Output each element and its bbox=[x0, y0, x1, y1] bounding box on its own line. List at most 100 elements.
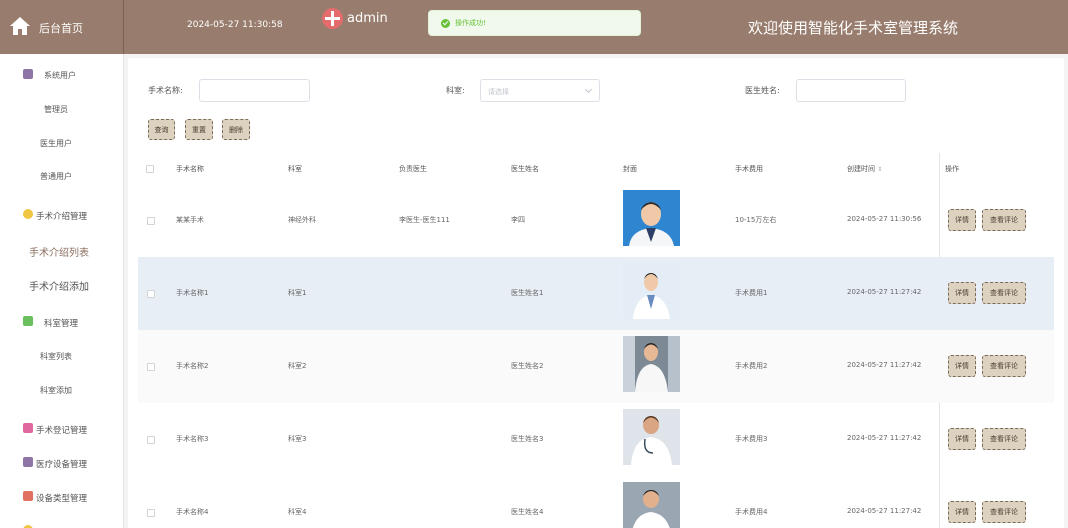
row-checkbox[interactable] bbox=[147, 290, 155, 298]
view-reviews-button[interactable]: 查看评论 bbox=[982, 355, 1026, 377]
sidebar-item-normal-users[interactable]: 普通用户 bbox=[0, 167, 123, 187]
cell-dept: 科室2 bbox=[288, 362, 307, 370]
select-all-checkbox[interactable] bbox=[146, 165, 154, 173]
cell-lead: 李医生-医生111 bbox=[399, 216, 450, 224]
column-header: 手术费用 bbox=[735, 165, 763, 173]
detail-button[interactable]: 详情 bbox=[948, 209, 976, 231]
column-header: 手术名称 bbox=[176, 165, 204, 173]
cover-image[interactable] bbox=[623, 263, 680, 319]
grid-icon bbox=[23, 491, 33, 501]
top-bar: 后台首页 2024-05-27 11:30:58 admin 操作成功! 欢迎使… bbox=[0, 0, 1068, 54]
sidebar-item-surgery-list[interactable]: 手术介绍列表 bbox=[0, 240, 123, 260]
detail-button[interactable]: 详情 bbox=[948, 355, 976, 377]
sidebar-item-label: 科室添加 bbox=[40, 386, 72, 395]
column-header: 科室 bbox=[288, 165, 302, 173]
cell-name: 手术名称3 bbox=[176, 435, 209, 443]
detail-button[interactable]: 详情 bbox=[948, 428, 976, 450]
sidebar-item-label: 手术介绍添加 bbox=[29, 282, 89, 293]
sidebar-item-dept-add[interactable]: 科室添加 bbox=[0, 381, 123, 401]
filter-doctor-label: 医生姓名: bbox=[745, 86, 780, 95]
user-group-icon bbox=[23, 69, 33, 79]
cell-created: 2024-05-27 11:27:42 bbox=[847, 507, 922, 515]
cell-fee: 手术费用2 bbox=[735, 362, 768, 370]
cell-dept: 科室3 bbox=[288, 435, 307, 443]
sidebar-item-label: 普通用户 bbox=[40, 172, 72, 181]
cell-dept: 神经外科 bbox=[288, 216, 316, 224]
chat-icon bbox=[23, 316, 33, 326]
dept-select[interactable]: 请选择 bbox=[480, 79, 600, 102]
table-row: 手术名称4 科室4 医生姓名4 手术费用4 2024-05-27 11:27:4… bbox=[138, 476, 1054, 528]
row-checkbox[interactable] bbox=[147, 509, 155, 517]
cell-fee: 手术费用4 bbox=[735, 508, 768, 516]
datetime: 2024-05-27 11:30:58 bbox=[187, 20, 283, 30]
sort-icon: ⇕ bbox=[877, 166, 883, 173]
cell-created: 2024-05-27 11:27:42 bbox=[847, 434, 922, 442]
sidebar-item-surgery-registration[interactable]: 手术登记管理 bbox=[0, 420, 123, 440]
cover-image[interactable] bbox=[623, 409, 680, 465]
cell-name: 手术名称1 bbox=[176, 289, 209, 297]
column-header: 医生姓名 bbox=[511, 165, 539, 173]
table-row: 手术名称1 科室1 医生姓名1 手术费用1 2024-05-27 11:27:4… bbox=[138, 257, 1054, 330]
surgery-name-input[interactable] bbox=[199, 79, 310, 102]
sidebar-item-surgery-add[interactable]: 手术介绍添加 bbox=[0, 274, 123, 294]
column-header-created[interactable]: 创建时间 ⇕ bbox=[847, 164, 882, 174]
sidebar-item-label: 手术登记管理 bbox=[36, 426, 88, 436]
doctor-name-input[interactable] bbox=[796, 79, 906, 102]
view-reviews-button[interactable]: 查看评论 bbox=[982, 501, 1026, 523]
sidebar-item-label: 手术介绍列表 bbox=[29, 248, 89, 259]
sidebar-item-admins[interactable]: 管理员 bbox=[0, 100, 123, 120]
view-reviews-button[interactable]: 查看评论 bbox=[982, 209, 1026, 231]
row-checkbox[interactable] bbox=[147, 363, 155, 371]
avatar[interactable] bbox=[322, 8, 343, 29]
sidebar-item-label: 医疗设备管理 bbox=[36, 460, 88, 470]
cover-image[interactable] bbox=[623, 336, 680, 392]
sidebar-item-equipment-types[interactable]: 设备类型管理 bbox=[0, 488, 123, 508]
view-reviews-button[interactable]: 查看评论 bbox=[982, 282, 1026, 304]
cell-fee: 手术费用1 bbox=[735, 289, 768, 297]
chevron-down-icon bbox=[584, 85, 593, 94]
sidebar-item-dept-list[interactable]: 科室列表 bbox=[0, 347, 123, 367]
cover-image[interactable] bbox=[623, 190, 680, 246]
filter-dept-label: 科室: bbox=[446, 86, 465, 95]
cover-image[interactable] bbox=[623, 482, 680, 528]
sidebar-item-partial[interactable] bbox=[0, 522, 123, 528]
filter-name-label: 手术名称: bbox=[148, 86, 183, 95]
cell-name: 手术名称4 bbox=[176, 508, 209, 516]
home-label: 后台首页 bbox=[39, 22, 83, 35]
sidebar-item-surgery-intro[interactable]: 手术介绍管理 bbox=[0, 206, 123, 226]
cell-doctor: 李四 bbox=[511, 216, 525, 224]
sidebar-item-label: 手术介绍管理 bbox=[36, 212, 88, 222]
sidebar-item-dept-mgmt[interactable]: 科室管理 bbox=[0, 313, 123, 333]
sidebar-item-label: 医生用户 bbox=[40, 139, 72, 148]
query-button[interactable]: 查询 bbox=[148, 119, 175, 140]
sidebar-item-medical-equipment[interactable]: 医疗设备管理 bbox=[0, 454, 123, 474]
username[interactable]: admin bbox=[347, 11, 388, 26]
table-row: 手术名称2 科室2 医生姓名2 手术费用2 2024-05-27 11:27:4… bbox=[138, 330, 1054, 403]
cell-doctor: 医生姓名1 bbox=[511, 289, 544, 297]
cell-name: 手术名称2 bbox=[176, 362, 209, 370]
system-title: 欢迎使用智能化手术室管理系统 bbox=[748, 19, 959, 37]
row-checkbox[interactable] bbox=[147, 436, 155, 444]
column-header-label: 创建时间 bbox=[847, 165, 875, 173]
detail-button[interactable]: 详情 bbox=[948, 282, 976, 304]
view-reviews-button[interactable]: 查看评论 bbox=[982, 428, 1026, 450]
sidebar-item-doctor-users[interactable]: 医生用户 bbox=[0, 134, 123, 154]
home-icon bbox=[10, 17, 30, 35]
sidebar-item-system-users[interactable]: 系统用户 bbox=[0, 66, 123, 86]
cell-doctor: 医生姓名3 bbox=[511, 435, 544, 443]
sidebar-item-label: 管理员 bbox=[44, 105, 68, 114]
detail-button[interactable]: 详情 bbox=[948, 501, 976, 523]
success-toast: 操作成功! bbox=[428, 10, 641, 36]
document-icon bbox=[23, 423, 33, 433]
table-row: 手术名称3 科室3 医生姓名3 手术费用3 2024-05-27 11:27:4… bbox=[138, 403, 1054, 476]
delete-button[interactable]: 删除 bbox=[222, 119, 250, 140]
cell-fee: 10-15万左右 bbox=[735, 216, 777, 224]
check-circle-icon bbox=[441, 19, 450, 28]
row-checkbox[interactable] bbox=[147, 217, 155, 225]
table-row: 某某手术 神经外科 李医生-医生111 李四 10-15万左右 2024-05-… bbox=[138, 184, 1054, 257]
reset-button[interactable]: 重置 bbox=[185, 119, 213, 140]
circle-icon bbox=[23, 209, 33, 219]
sidebar-item-label: 科室管理 bbox=[44, 319, 79, 329]
cell-dept: 科室4 bbox=[288, 508, 307, 516]
home-link[interactable]: 后台首页 bbox=[0, 0, 124, 54]
